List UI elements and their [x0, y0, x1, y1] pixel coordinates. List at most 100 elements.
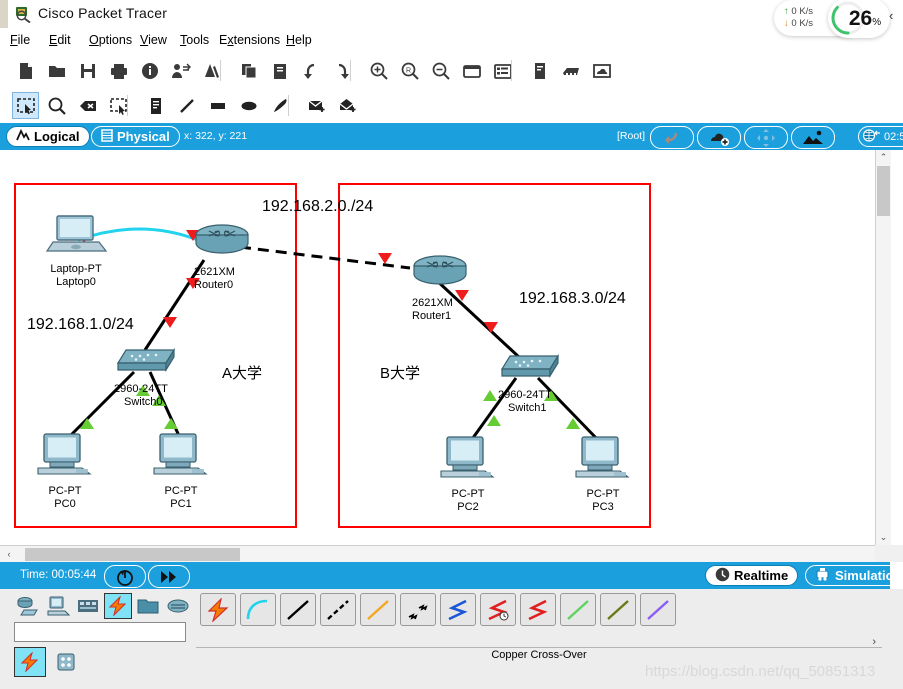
cable-phone[interactable] — [400, 593, 436, 626]
copy-icon[interactable] — [235, 57, 262, 84]
canvas-vertical-scrollbar[interactable]: ⌃ ⌄ — [875, 150, 891, 545]
window-left-edge — [0, 0, 8, 28]
category-connections[interactable] — [104, 593, 132, 619]
tab-physical[interactable]: Physical — [91, 126, 180, 147]
device-router1-hostname: Router1 — [412, 310, 452, 322]
menu-extensions[interactable]: Extensions — [219, 33, 280, 47]
cpu-usage-widget[interactable]: 26 % — [828, 0, 890, 38]
canvas-horizontal-scrollbar[interactable]: ‹ › — [0, 545, 890, 563]
cable-octal[interactable] — [560, 593, 596, 626]
cable-usb[interactable] — [640, 593, 676, 626]
scroll-down-icon[interactable]: ⌄ — [876, 530, 891, 545]
panel-icon[interactable] — [526, 57, 553, 84]
viewport-time-indicator[interactable]: 02:52:30 — [858, 126, 903, 147]
device-router0[interactable]: 2621XM Router0 — [186, 223, 258, 292]
add-complex-pdu-icon[interactable] — [334, 92, 361, 119]
vertical-scroll-thumb[interactable] — [877, 166, 890, 216]
inspect-tool-icon[interactable] — [43, 92, 70, 119]
main-toolbar: R — [0, 53, 903, 89]
menu-help[interactable]: Help — [286, 33, 312, 47]
device-pc0[interactable]: PC-PT PC0 — [32, 432, 98, 511]
phone-cable-icon — [408, 603, 428, 620]
zoom-in-icon[interactable] — [365, 57, 392, 84]
device-laptop0-model: Laptop-PT — [50, 263, 102, 275]
device-switch0[interactable]: 2960-24TT Switch0 — [110, 346, 186, 409]
device-router1[interactable]: 2621XM Router1 — [404, 254, 476, 323]
draw-line-icon[interactable] — [173, 92, 200, 119]
cable-fiber[interactable] — [360, 593, 396, 626]
cable-console[interactable] — [240, 593, 276, 626]
draw-ellipse-icon[interactable] — [235, 92, 262, 119]
device-template-icon[interactable] — [557, 57, 584, 84]
subcategory-connections[interactable] — [14, 647, 46, 677]
new-file-icon[interactable] — [12, 57, 39, 84]
menu-edit[interactable]: Edit — [49, 33, 71, 47]
horizontal-scroll-thumb[interactable] — [25, 548, 240, 561]
category-end-devices[interactable] — [44, 593, 72, 619]
mode-realtime[interactable]: Realtime — [705, 565, 799, 586]
fast-forward-time-icon[interactable] — [148, 565, 190, 588]
menu-tools[interactable]: Tools — [180, 33, 209, 47]
power-cycle-devices-icon[interactable] — [104, 565, 146, 588]
palette-scroll-right-icon[interactable]: › — [872, 636, 876, 648]
paste-icon[interactable] — [266, 57, 293, 84]
subcategory-grid[interactable] — [50, 647, 82, 677]
device-switch1[interactable]: 2960-24TT Switch1 — [494, 352, 570, 415]
cable-copper-cross-over[interactable] — [320, 593, 356, 626]
add-simple-pdu-icon[interactable] — [303, 92, 330, 119]
menu-view[interactable]: View — [140, 33, 167, 47]
category-components[interactable] — [74, 593, 102, 619]
topology-canvas[interactable]: A大学 B大学 192.168.2.0./24 192.168.1.0/24 1… — [0, 150, 875, 530]
undo-icon[interactable] — [297, 57, 324, 84]
cable-serial-dce[interactable] — [480, 593, 516, 626]
zoom-out-icon[interactable] — [427, 57, 454, 84]
zoom-reset-icon[interactable]: R — [396, 57, 423, 84]
menu-options[interactable]: Options — [89, 33, 132, 47]
cable-iot-custom-cable[interactable] — [600, 593, 636, 626]
delete-tool-icon[interactable] — [74, 92, 101, 119]
print-icon[interactable] — [105, 57, 132, 84]
cpu-usage-value: 26 — [848, 6, 873, 30]
physical-view-icon — [101, 128, 113, 145]
device-pc3[interactable]: PC-PT PC3 — [570, 435, 636, 514]
cable-automatically-choose-connection-type[interactable] — [200, 593, 236, 626]
category-multiuser-connection[interactable] — [164, 593, 192, 619]
fiber-cable-icon — [367, 599, 389, 620]
cable-coaxial[interactable] — [440, 593, 476, 626]
blog-watermark: https://blog.csdn.net/qq_50851313 — [645, 663, 876, 680]
view-tab-bar: Logical Physical x: 322, y: 221 [Root] 0… — [0, 123, 903, 150]
device-pc2[interactable]: PC-PT PC2 — [435, 435, 501, 514]
link-status-pc1 — [164, 418, 178, 429]
note-tool-icon[interactable] — [142, 92, 169, 119]
new-cluster-icon[interactable] — [697, 126, 741, 149]
activity-wizard-icon[interactable] — [167, 57, 194, 84]
draw-rectangle-icon[interactable] — [204, 92, 231, 119]
logical-workspace[interactable]: A大学 B大学 192.168.2.0./24 192.168.1.0/24 1… — [0, 150, 903, 545]
back-to-previous-level-icon[interactable] — [650, 126, 694, 149]
cloud-icon[interactable] — [588, 57, 615, 84]
category-miscellaneous[interactable] — [134, 593, 162, 619]
chevron-left-icon[interactable]: ‹ — [889, 8, 893, 23]
category-network-devices[interactable] — [14, 593, 42, 619]
save-icon[interactable] — [74, 57, 101, 84]
mode-simulation[interactable]: Simulation — [805, 565, 903, 586]
set-tiled-background-icon[interactable] — [791, 126, 835, 149]
copper-crossover-icon — [327, 599, 349, 620]
device-laptop0[interactable]: Laptop-PT Laptop0 — [36, 214, 116, 289]
tab-logical[interactable]: Logical — [6, 126, 90, 147]
clock-icon — [715, 567, 730, 585]
device-pc1[interactable]: PC-PT PC1 — [148, 432, 214, 511]
cable-copper-straight-through[interactable] — [280, 593, 316, 626]
download-arrow-icon: ↓ — [784, 18, 789, 29]
move-object-icon[interactable] — [744, 126, 788, 149]
cable-serial-dte[interactable] — [520, 593, 556, 626]
menu-file[interactable]: File — [10, 33, 30, 47]
window-title: Cisco Packet Tracer — [38, 5, 168, 21]
palette-icon[interactable] — [458, 57, 485, 84]
info-icon[interactable] — [136, 57, 163, 84]
scroll-up-icon[interactable]: ⌃ — [876, 150, 891, 165]
serial-dte-icon — [528, 599, 548, 620]
scroll-left-icon[interactable]: ‹ — [2, 547, 16, 561]
open-folder-icon[interactable] — [43, 57, 70, 84]
select-tool-icon[interactable] — [12, 92, 39, 119]
